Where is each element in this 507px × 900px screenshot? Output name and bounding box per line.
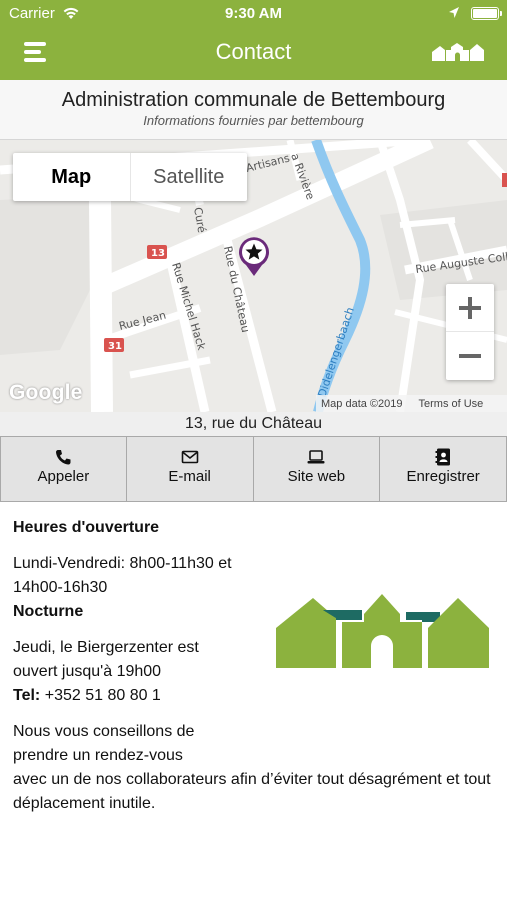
email-button[interactable]: E-mail	[126, 436, 254, 502]
phone-icon	[56, 450, 71, 465]
phone-label: Tel:	[13, 687, 41, 704]
action-bar: Appeler E-mail Site web Enregistrer	[0, 436, 507, 502]
location-arrow-icon	[449, 7, 459, 18]
website-button-label: Site web	[287, 468, 346, 485]
nocturne-text: Jeudi, le Biergerzenter est ouvert jusqu…	[13, 639, 199, 680]
google-logo: Google	[9, 381, 83, 404]
hours-text: Lundi-Vendredi: 8h00-11h30 et 14h00-16h3…	[13, 555, 232, 596]
map-data-credit: Map data ©2019	[321, 397, 403, 410]
organization-name: Administration communale de Bettembourg	[61, 89, 446, 111]
terms-of-use-link[interactable]: Terms of Use	[419, 398, 484, 410]
contact-book-icon	[435, 448, 451, 466]
map-view[interactable]: Artisans a Rivière Curé Rue du Château R…	[0, 140, 507, 412]
status-time: 9:30 AM	[225, 5, 282, 22]
email-button-label: E-mail	[168, 468, 211, 485]
hours-heading: Heures d'ouverture	[13, 519, 160, 536]
route-badge-13: 13	[151, 248, 165, 259]
phone-line: Tel: +352 51 80 80 1	[13, 684, 495, 708]
appointment-note-part1: Nous vous conseillons de prendre un rend…	[13, 723, 195, 764]
organization-header: Administration communale de Bettembourg …	[0, 80, 507, 140]
route-badge-31: 31	[108, 341, 122, 352]
address-label: 13, rue du Château	[0, 412, 507, 436]
website-button[interactable]: Site web	[253, 436, 381, 502]
source-subtitle: Informations fournies par bettembourg	[143, 113, 364, 128]
status-bar: Carrier 9:30 AM	[0, 0, 507, 28]
zoom-in-button[interactable]	[446, 284, 494, 332]
appointment-note-part2: avec un de nos collaborateurs afin d’évi…	[13, 771, 491, 812]
bettembourg-logo-icon	[276, 594, 489, 668]
top-bar: Carrier 9:30 AM Contact	[0, 0, 507, 80]
call-button-label: Appeler	[37, 468, 90, 485]
map-type-control: Map Satellite	[13, 153, 247, 201]
navigation-bar: Contact	[0, 28, 507, 80]
map-tab[interactable]: Map	[13, 153, 131, 201]
zoom-control	[446, 284, 494, 380]
save-contact-button[interactable]: Enregistrer	[380, 436, 507, 502]
laptop-icon	[307, 450, 325, 464]
star-marker-icon[interactable]	[237, 235, 271, 277]
phone-number[interactable]: +352 51 80 80 1	[45, 687, 161, 704]
bettembourg-logo-icon	[432, 43, 484, 61]
satellite-tab[interactable]: Satellite	[131, 153, 248, 201]
map-attribution: Map data ©2019 Terms of Use	[316, 395, 507, 412]
battery-icon	[471, 7, 502, 20]
envelope-icon	[181, 450, 198, 464]
save-contact-button-label: Enregistrer	[406, 468, 480, 485]
call-button[interactable]: Appeler	[0, 436, 127, 502]
zoom-out-button[interactable]	[446, 332, 494, 380]
